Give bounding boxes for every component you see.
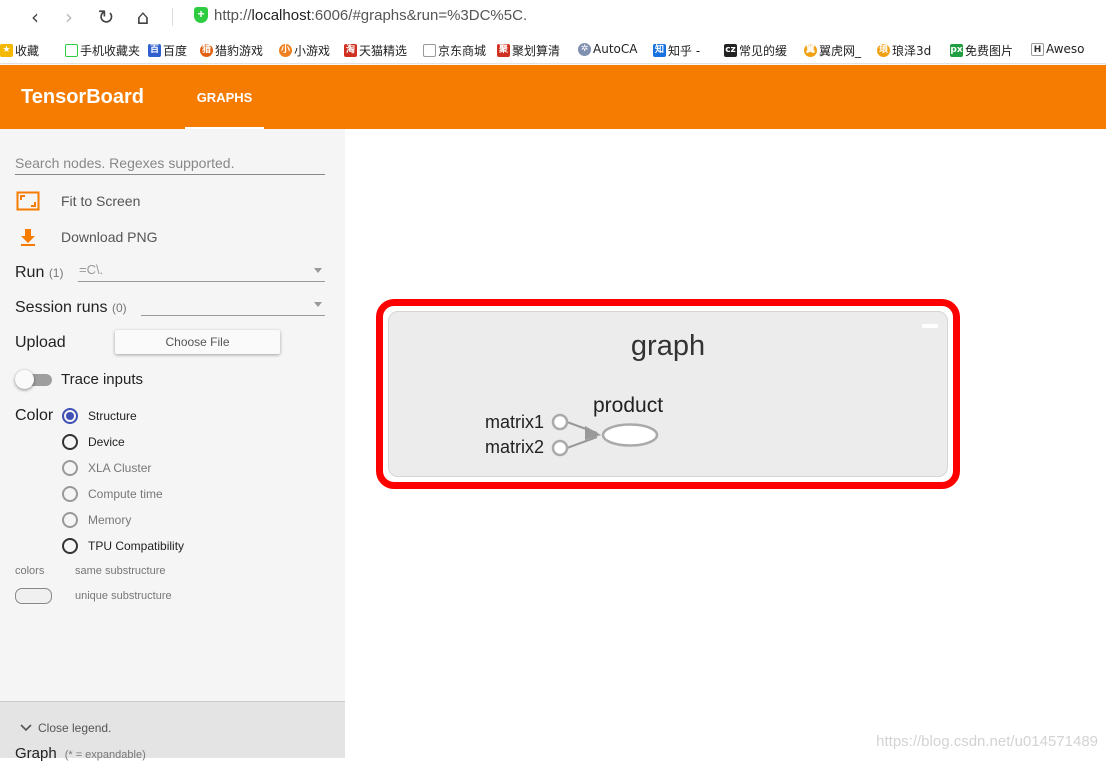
shield-icon: +	[194, 7, 208, 23]
radio-label: Device	[88, 435, 125, 449]
sidebar: Search nodes. Regexes supported. Fit to …	[0, 129, 345, 762]
radio-compute-time[interactable]	[62, 486, 78, 502]
bookmark-item[interactable]: 翼翼虎网_	[804, 42, 861, 59]
trace-inputs-toggle[interactable]	[15, 370, 52, 389]
bookmark-item[interactable]: 猎猎豹游戏	[200, 42, 263, 59]
choose-file-button[interactable]: Choose File	[115, 330, 280, 354]
node-label-matrix1: matrix1	[485, 412, 544, 432]
chevron-down-icon	[314, 268, 322, 273]
bookmark-item[interactable]: 百百度	[148, 42, 187, 59]
upload-label: Upload	[15, 334, 66, 351]
forward-icon[interactable]: ›	[56, 4, 82, 30]
chevron-down-icon	[20, 724, 32, 732]
graph-canvas[interactable]: graph matrix1 matrix2 product https://bl…	[345, 129, 1106, 758]
bookmark-item[interactable]: cz 常见的缓	[724, 42, 787, 59]
node-label-matrix2: matrix2	[485, 437, 544, 457]
tab-graphs[interactable]: GRAPHS	[185, 65, 264, 129]
edge-matrix2-product	[566, 436, 598, 449]
legend-graph-label: Graph (* = expandable)	[15, 745, 146, 762]
bookmark-item[interactable]: 知知乎 -	[653, 42, 700, 59]
bookmark-item[interactable]: 聚聚划算清	[497, 42, 560, 59]
radio-label: Memory	[88, 513, 132, 527]
trace-inputs-label: Trace inputs	[61, 371, 143, 388]
node-matrix1[interactable]	[551, 413, 569, 431]
fit-screen-icon	[15, 190, 41, 212]
bookmark-item[interactable]: ✲ AutoCA	[578, 42, 637, 56]
bookmarks-bar: ★ 收藏 手机收藏夹 百百度 猎猎豹游戏 小小游戏 淘天猫精选 京东商城 聚聚划算…	[0, 34, 1106, 64]
colors-label: colors	[15, 565, 45, 577]
highlight-box: graph matrix1 matrix2 product	[376, 299, 960, 489]
bookmark-item[interactable]: 淘天猫精选	[344, 42, 407, 59]
radio-tpu-compatibility[interactable]	[62, 538, 78, 554]
session-runs-select[interactable]	[141, 296, 325, 316]
radio-device[interactable]	[62, 434, 78, 450]
back-icon[interactable]: ‹	[22, 4, 48, 30]
chevron-down-icon	[314, 302, 322, 307]
refresh-icon[interactable]: ↻	[93, 4, 119, 30]
watermark: https://blog.csdn.net/u014571489	[876, 733, 1098, 750]
radio-structure[interactable]	[62, 408, 78, 424]
close-legend-button[interactable]: Close legend.	[20, 721, 111, 735]
home-icon[interactable]: ⌂	[130, 4, 156, 30]
search-input[interactable]: Search nodes. Regexes supported.	[15, 155, 325, 175]
download-png-label: Download PNG	[61, 229, 158, 245]
download-icon	[15, 226, 41, 248]
radio-xla-cluster[interactable]	[62, 460, 78, 476]
divider	[172, 8, 173, 26]
run-label: Run (1)	[15, 264, 64, 281]
color-label: Color	[15, 407, 54, 424]
node-matrix2[interactable]	[551, 439, 569, 457]
radio-label: Structure	[88, 409, 137, 423]
bookmark-item[interactable]: 小小游戏	[279, 42, 330, 59]
radio-label: XLA Cluster	[88, 461, 152, 475]
app-header: TensorBoard GRAPHS	[0, 65, 1106, 129]
bookmark-item[interactable]: px 免费图片	[950, 42, 1013, 59]
bookmark-item[interactable]: 琅琅泽3d	[877, 42, 931, 59]
graph-diagram: matrix1 matrix2 product	[485, 394, 663, 457]
download-png-button[interactable]: Download PNG	[15, 226, 158, 248]
node-label-product: product	[593, 394, 663, 417]
bookmark-item[interactable]: ★ 收藏	[0, 42, 39, 59]
radio-memory[interactable]	[62, 512, 78, 528]
app-title: TensorBoard	[21, 86, 144, 108]
legend-panel: Close legend. Graph (* = expandable)	[0, 701, 345, 762]
unique-substructure-label: unique substructure	[75, 590, 172, 602]
fit-to-screen-button[interactable]: Fit to Screen	[15, 190, 140, 212]
run-select[interactable]: =C\.	[78, 262, 325, 282]
radio-label: TPU Compatibility	[88, 539, 185, 553]
fit-to-screen-label: Fit to Screen	[61, 193, 141, 209]
address-bar[interactable]: http://localhost:6006/#graphs&run=%3DC%5…	[214, 7, 527, 24]
unique-substructure-swatch	[15, 588, 52, 604]
bookmark-item[interactable]: 手机收藏夹	[65, 42, 140, 59]
graph-node-container[interactable]: graph matrix1 matrix2 product	[388, 311, 948, 477]
same-substructure-label: same substructure	[75, 565, 166, 577]
bookmark-item[interactable]: 京东商城	[423, 42, 486, 59]
node-product[interactable]	[601, 423, 659, 447]
browser-toolbar: ‹ › ↻ ⌂ + http://localhost:6006/#graphs&…	[0, 0, 1106, 34]
bookmark-item[interactable]: H Aweso	[1031, 42, 1085, 56]
session-runs-label: Session runs (0)	[15, 299, 127, 316]
radio-label: Compute time	[88, 487, 163, 501]
